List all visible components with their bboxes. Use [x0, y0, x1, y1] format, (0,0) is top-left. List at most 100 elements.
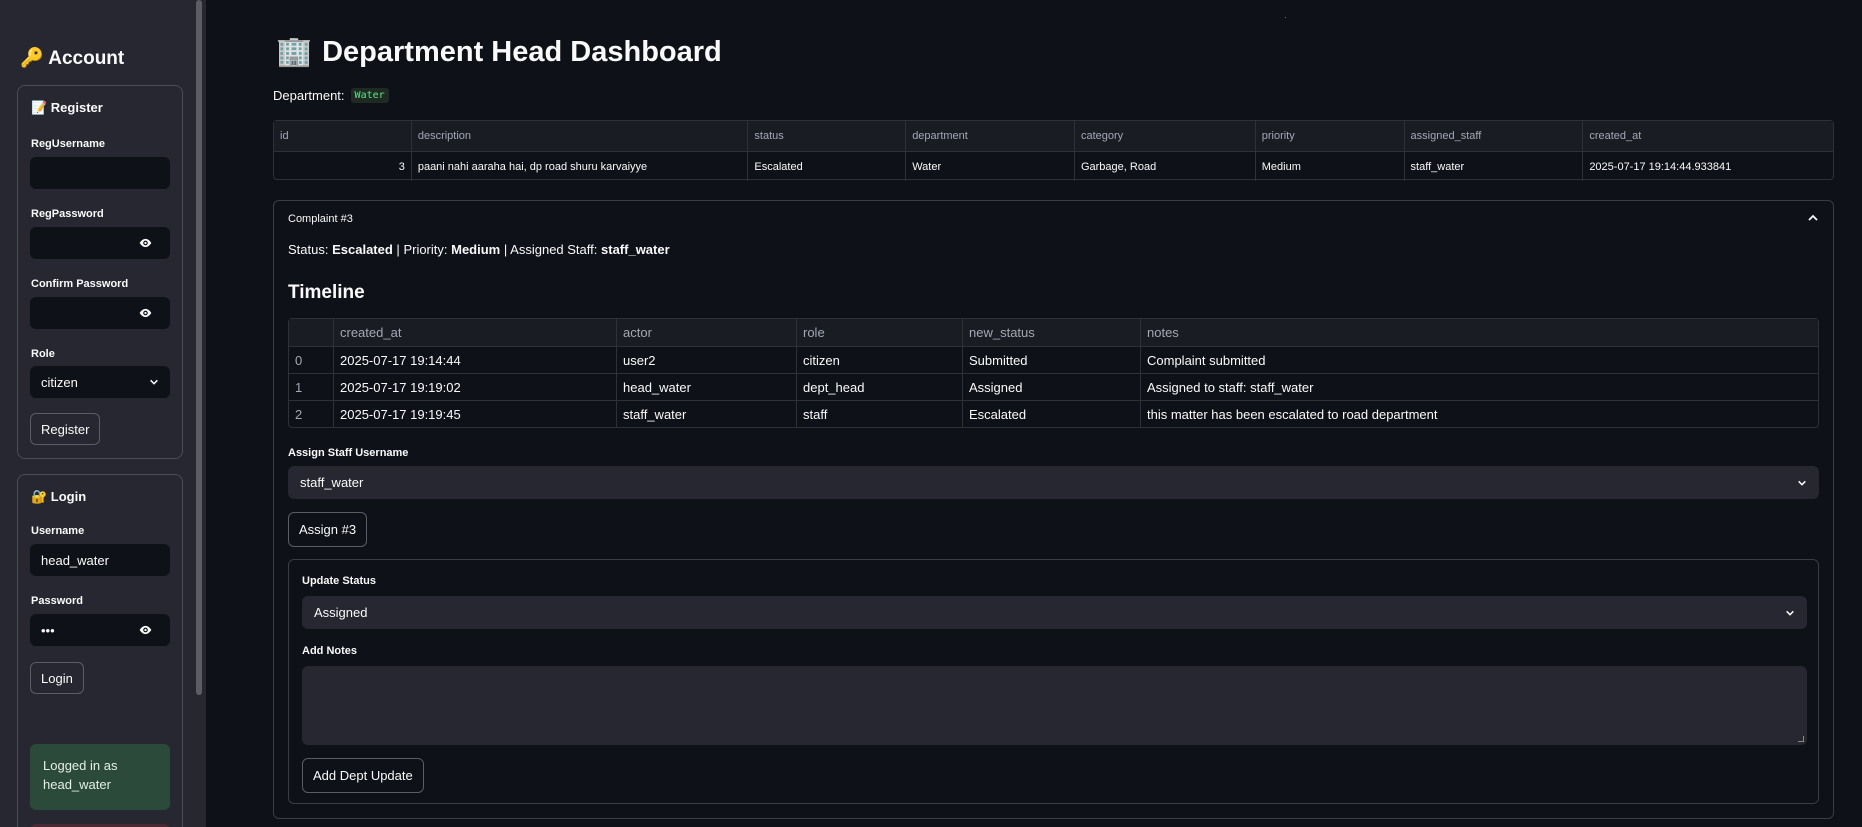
column-header[interactable]: created_at — [1583, 121, 1833, 151]
page-title-text: Department Head Dashboard — [322, 35, 722, 68]
confirm-password-label: Confirm Password — [31, 278, 129, 290]
complaints-table[interactable]: id description status department categor… — [273, 120, 1834, 181]
column-header[interactable]: assigned_staff — [1405, 121, 1584, 151]
column-header[interactable]: id — [274, 121, 412, 151]
login-button[interactable]: Login — [30, 662, 84, 694]
eye-icon[interactable] — [138, 236, 153, 250]
row-index: 1 — [289, 374, 334, 400]
column-header[interactable]: description — [412, 121, 749, 151]
table-cell: Garbage, Road — [1075, 152, 1256, 181]
table-cell: this matter has been escalated to road d… — [1147, 406, 1438, 422]
table-header-row: created_at actor role new_status notes — [289, 319, 1818, 346]
timeline-heading: Timeline — [288, 282, 365, 303]
table-cell: paani nahi aaraha hai, dp road shuru kar… — [412, 152, 749, 181]
column-header[interactable]: department — [906, 121, 1075, 151]
password-label: Password — [31, 595, 83, 607]
table-cell: staff — [797, 401, 963, 427]
timeline-table[interactable]: created_at actor role new_status notes 0… — [288, 318, 1819, 428]
update-status-label: Update Status — [302, 575, 376, 587]
chevron-down-icon — [1798, 480, 1806, 486]
table-cell: 3 — [274, 152, 412, 181]
register-heading: 📝 Register — [31, 100, 103, 115]
chevron-up-icon[interactable] — [1807, 212, 1819, 224]
reg-password-label: RegPassword — [31, 208, 104, 220]
logged-in-alert: Logged in as head_water — [30, 744, 170, 810]
page-title: 🏢 Department Head Dashboard — [276, 35, 722, 69]
table-cell: citizen — [797, 347, 963, 373]
column-header[interactable]: notes — [1141, 319, 1818, 346]
role-select[interactable]: citizen — [30, 366, 170, 398]
priority-label: Priority: — [403, 242, 448, 257]
assign-staff-select[interactable]: staff_water — [288, 466, 1819, 499]
row-index: 2 — [289, 401, 334, 427]
reg-password-input[interactable] — [30, 227, 170, 259]
username-input[interactable]: head_water — [30, 544, 170, 576]
register-button[interactable]: Register — [30, 413, 101, 445]
eye-icon[interactable] — [138, 623, 153, 637]
table-cell: 2025-07-17 19:19:45 — [334, 401, 617, 427]
table-cell: Assigned — [963, 374, 1141, 400]
resize-handle-icon[interactable] — [1798, 736, 1804, 742]
assign-staff-value: staff_water — [300, 475, 364, 490]
column-header[interactable]: actor — [617, 319, 797, 346]
status-label: Status: — [288, 242, 329, 257]
department-code: Water — [350, 88, 389, 103]
table-cell: Medium — [1256, 152, 1405, 181]
chevron-down-icon — [150, 379, 158, 385]
table-cell: 2025-07-17 19:14:44.933841 — [1589, 160, 1732, 173]
table-cell: Assigned to staff: staff_water — [1147, 379, 1314, 395]
table-row[interactable]: 0 2025-07-17 19:14:44 user2 citizen Subm… — [289, 346, 1818, 373]
status-dot — [1285, 17, 1286, 18]
status-line: Status: Escalated | Priority: Medium | A… — [288, 242, 670, 257]
assign-button[interactable]: Assign #3 — [288, 512, 368, 547]
table-cell: staff_water — [617, 401, 797, 427]
department-line: Department: Water — [273, 88, 389, 103]
role-value: citizen — [41, 374, 78, 390]
table-cell: head_water — [617, 374, 797, 400]
notes-textarea[interactable] — [302, 666, 1807, 745]
username-label: Username — [31, 525, 85, 537]
password-value: ••• — [41, 622, 55, 638]
table-cell: Water — [906, 152, 1075, 181]
column-header[interactable]: status — [748, 121, 907, 151]
login-card: 🔐 Login Username head_water Password •••… — [17, 474, 183, 827]
table-cell: staff_water — [1405, 152, 1584, 181]
column-header[interactable]: new_status — [963, 319, 1141, 346]
table-cell: Submitted — [963, 347, 1141, 373]
add-dept-update-button[interactable]: Add Dept Update — [302, 758, 424, 793]
row-index: 0 — [289, 347, 334, 373]
update-status-select[interactable]: Assigned — [302, 596, 1807, 629]
table-cell: user2 — [617, 347, 797, 373]
department-label: Department: — [273, 88, 345, 103]
table-row[interactable]: 3 paani nahi aaraha hai, dp road shuru k… — [274, 151, 1833, 181]
password-input[interactable]: ••• — [30, 614, 170, 646]
add-notes-label: Add Notes — [302, 645, 357, 657]
column-header[interactable]: category — [1075, 121, 1256, 151]
building-icon: 🏢 — [276, 36, 313, 68]
reg-username-label: RegUsername — [31, 138, 105, 150]
table-cell: Escalated — [963, 401, 1141, 427]
column-header[interactable] — [289, 319, 334, 346]
table-cell: 2025-07-17 19:19:02 — [334, 374, 617, 400]
table-cell: Escalated — [748, 152, 907, 181]
chevron-down-icon — [1786, 610, 1794, 616]
column-header[interactable]: priority — [1256, 121, 1405, 151]
priority-value: Medium — [451, 242, 501, 257]
confirm-password-input[interactable] — [30, 297, 170, 329]
update-form: Update Status Assigned Add Notes Add Dep… — [288, 559, 1819, 804]
app-root: 🔑 Account 📝 Register RegUsername RegPass… — [0, 0, 1862, 827]
table-row[interactable]: 1 2025-07-17 19:19:02 head_water dept_he… — [289, 373, 1818, 400]
sidebar-title: 🔑 Account — [20, 48, 125, 69]
reg-username-input[interactable] — [30, 157, 170, 189]
status-value: Escalated — [332, 242, 393, 257]
eye-icon[interactable] — [138, 306, 153, 320]
table-cell: 2025-07-17 19:14:44 — [334, 347, 617, 373]
main-content: 🏢 Department Head Dashboard Department: … — [206, 0, 1862, 827]
table-row[interactable]: 2 2025-07-17 19:19:45 staff_water staff … — [289, 400, 1818, 427]
assign-staff-label: Assign Staff Username — [288, 447, 409, 459]
column-header[interactable]: role — [797, 319, 963, 346]
column-header[interactable]: created_at — [334, 319, 617, 346]
expander-title[interactable]: Complaint #3 — [288, 213, 353, 225]
table-cell: dept_head — [797, 374, 963, 400]
sidebar-scrollbar[interactable] — [196, 0, 202, 695]
